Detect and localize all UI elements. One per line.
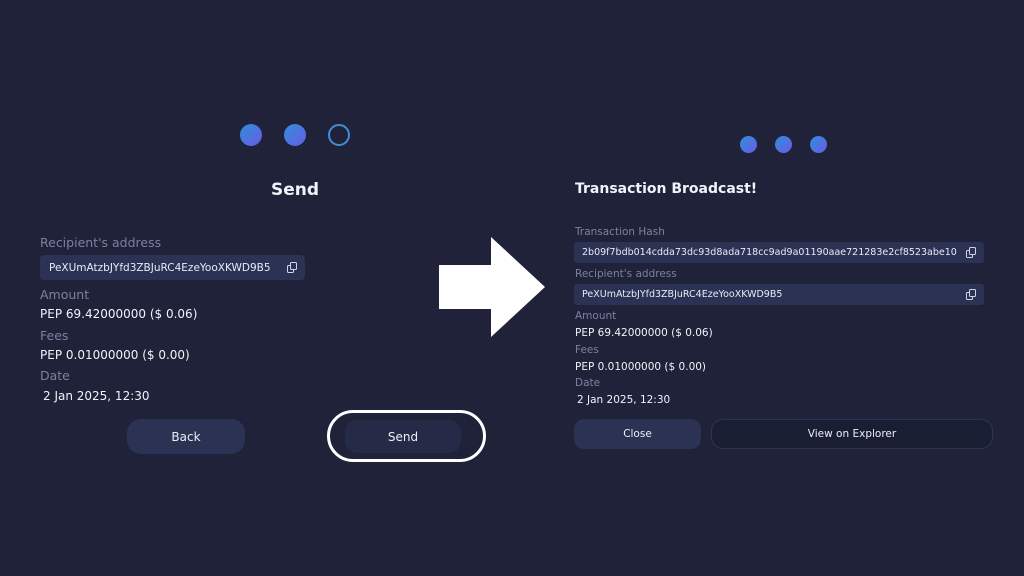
fees-value: PEP 0.01000000 ($ 0.00) xyxy=(575,361,707,373)
step-dot-2 xyxy=(775,136,792,153)
recipient-address-field: PeXUmAtzbJYfd3ZBJuRC4EzeYooXKWD9B5 xyxy=(574,284,984,305)
amount-value: PEP 69.42000000 ($ 0.06) xyxy=(40,307,198,321)
back-button[interactable]: Back xyxy=(127,419,245,454)
transaction-hash-label: Transaction Hash xyxy=(575,226,665,238)
page-title: Transaction Broadcast! xyxy=(575,181,758,197)
step-dot-2 xyxy=(284,124,306,146)
recipient-address-value: PeXUmAtzbJYfd3ZBJuRC4EzeYooXKWD9B5 xyxy=(582,289,783,300)
recipient-address-value: PeXUmAtzbJYfd3ZBJuRC4EzeYooXKWD9B5 xyxy=(49,261,271,274)
view-on-explorer-button[interactable]: View on Explorer xyxy=(711,419,993,449)
step-dot-3 xyxy=(810,136,827,153)
copy-icon[interactable] xyxy=(966,289,976,300)
date-value: 2 Jan 2025, 12:30 xyxy=(43,389,150,403)
broadcast-screen: Transaction Broadcast! Transaction Hash … xyxy=(560,0,1024,576)
page-title: Send xyxy=(270,180,320,200)
copy-icon[interactable] xyxy=(966,247,976,258)
recipient-address-field: PeXUmAtzbJYfd3ZBJuRC4EzeYooXKWD9B5 xyxy=(40,255,305,280)
right-arrow-icon xyxy=(439,237,545,337)
recipient-label: Recipient's address xyxy=(575,268,677,280)
transaction-hash-field: 2b09f7bdb014cdda73dc93d8ada718cc9ad9a011… xyxy=(574,242,984,263)
recipient-label: Recipient's address xyxy=(40,235,162,250)
copy-icon[interactable] xyxy=(287,262,297,273)
step-dot-3 xyxy=(328,124,350,146)
step-indicator xyxy=(740,136,827,153)
amount-label: Amount xyxy=(575,310,617,322)
date-label: Date xyxy=(40,368,70,383)
step-indicator xyxy=(240,124,350,146)
fees-label: Fees xyxy=(40,328,69,343)
fees-value: PEP 0.01000000 ($ 0.00) xyxy=(40,348,190,362)
date-label: Date xyxy=(575,377,601,389)
step-dot-1 xyxy=(740,136,757,153)
transaction-hash-value: 2b09f7bdb014cdda73dc93d8ada718cc9ad9a011… xyxy=(582,247,957,258)
fees-label: Fees xyxy=(575,344,599,356)
amount-value: PEP 69.42000000 ($ 0.06) xyxy=(575,327,713,339)
close-button[interactable]: Close xyxy=(574,419,701,449)
amount-label: Amount xyxy=(40,287,90,302)
send-button[interactable]: Send xyxy=(345,420,461,453)
step-dot-1 xyxy=(240,124,262,146)
date-value: 2 Jan 2025, 12:30 xyxy=(577,394,671,406)
